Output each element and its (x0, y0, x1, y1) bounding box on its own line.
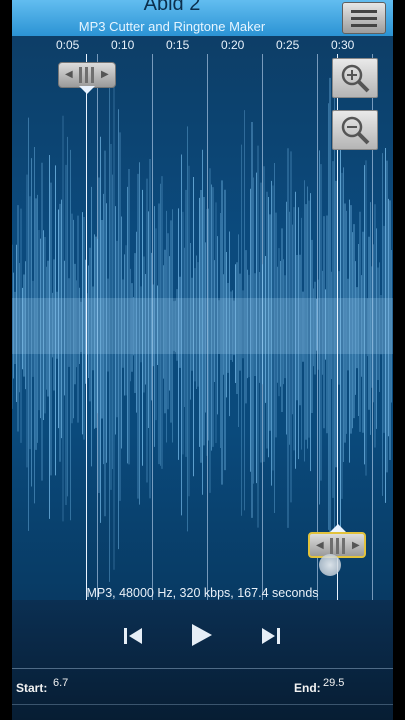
app-frame: Abid 2 MP3 Cutter and Ringtone Maker 0:0… (12, 0, 393, 720)
skip-previous-icon (124, 628, 142, 644)
zoom-in-icon (341, 64, 370, 93)
arrow-right-icon: ▶ (101, 69, 109, 80)
arrow-left-icon: ◀ (65, 69, 73, 80)
file-info: MP3, 48000 Hz, 320 kbps, 167.4 seconds (86, 586, 319, 600)
tick-label-0-20: 0:20 (221, 38, 245, 52)
skip-next-icon (262, 628, 280, 644)
touch-indicator (319, 554, 341, 576)
tick-label-0-30: 0:30 (331, 38, 355, 52)
tick-label-0-10: 0:10 (111, 38, 135, 52)
play-icon (192, 624, 212, 646)
arrow-right-icon: ▶ (352, 540, 360, 551)
menu-button[interactable] (342, 2, 386, 34)
divider (12, 704, 393, 705)
end-label: End: (294, 681, 321, 695)
start-pointer (79, 86, 95, 94)
end-pointer (330, 524, 346, 532)
zoom-out-button[interactable] (332, 110, 378, 150)
previous-button[interactable] (120, 622, 148, 650)
app-subtitle: MP3 Cutter and Ringtone Maker (78, 19, 266, 34)
tick-label-0-05: 0:05 (56, 38, 80, 52)
next-button[interactable] (256, 622, 284, 650)
play-button[interactable] (186, 620, 216, 650)
tick-label-0-15: 0:15 (166, 38, 190, 52)
start-value[interactable]: 6.7 (53, 677, 68, 689)
zoom-out-icon (341, 116, 370, 145)
arrow-left-icon: ◀ (316, 540, 324, 551)
waveform-area[interactable]: 0:05 0:10 0:15 0:20 0:25 0:30 ◀ ▶ ◀ ▶ (12, 36, 393, 600)
start-marker-line (86, 54, 87, 600)
app-title: Abid 2 (143, 0, 201, 15)
waveform-core (12, 298, 393, 354)
divider (12, 668, 393, 669)
start-handle[interactable]: ◀ ▶ (58, 62, 116, 88)
zoom-in-button[interactable] (332, 58, 378, 98)
end-value[interactable]: 29.5 (323, 677, 344, 689)
footer-panel (12, 600, 393, 720)
start-label: Start: (16, 681, 48, 695)
title-bar: Abid 2 MP3 Cutter and Ringtone Maker (12, 0, 393, 37)
tick-label-0-25: 0:25 (276, 38, 300, 52)
end-handle[interactable]: ◀ ▶ (308, 532, 366, 558)
